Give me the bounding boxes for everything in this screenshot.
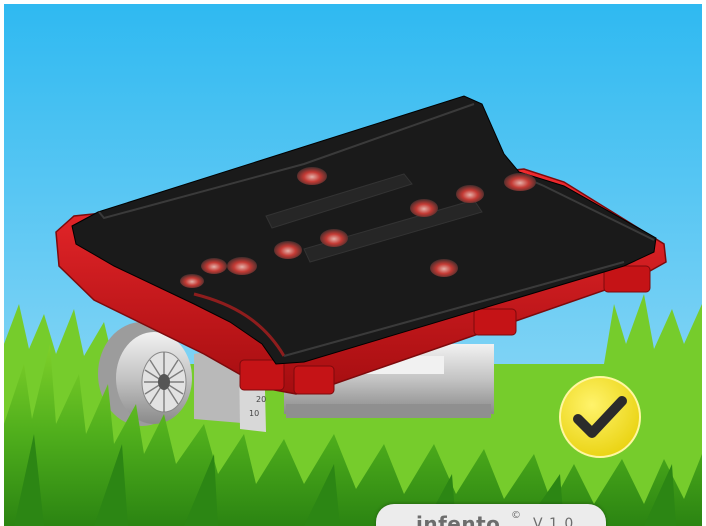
copyright-mark: © <box>511 510 521 521</box>
brand-name: infento <box>416 512 501 526</box>
version-label: V 1.0 <box>533 516 575 526</box>
brand-tab: infento © V 1.0 <box>376 504 606 526</box>
confirm-badge[interactable] <box>558 375 642 459</box>
product-view-frame: 10 20 infento © V 1.0 <box>4 4 702 526</box>
svg-text:10: 10 <box>249 409 259 418</box>
viewer-stage: 10 20 infento © V 1.0 <box>0 0 706 526</box>
svg-text:20: 20 <box>256 395 266 404</box>
checkmark-icon <box>559 376 641 458</box>
